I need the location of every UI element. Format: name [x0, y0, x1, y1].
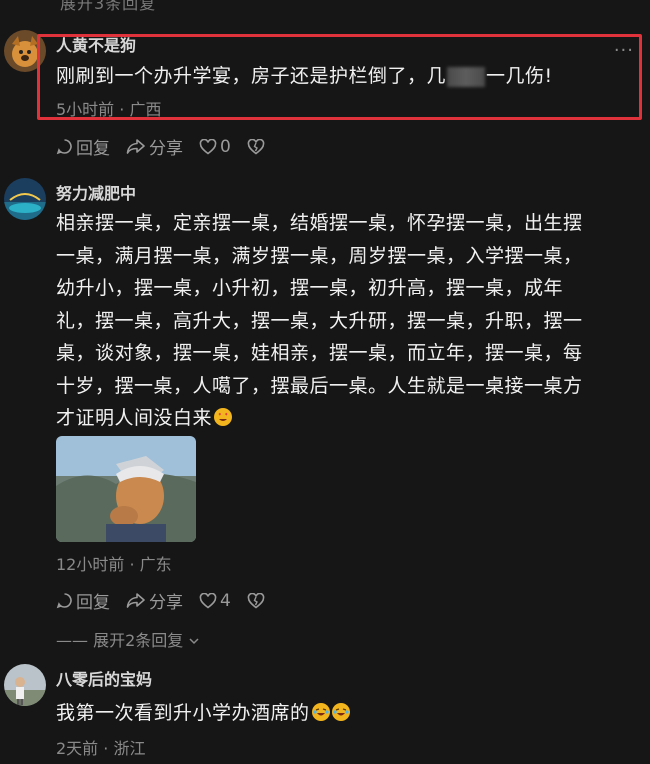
heart-icon [199, 592, 217, 609]
expand-replies-button[interactable]: —— 展开2条回复 [56, 627, 200, 651]
avatar[interactable] [4, 178, 46, 220]
highlight-box [37, 34, 642, 120]
share-label: 分享 [149, 139, 183, 159]
expand-replies-top[interactable]: 展开3条回复 [60, 0, 156, 14]
laughing-crying-emoji-icon [331, 703, 350, 721]
heart-eyes-emoji-icon [214, 408, 233, 426]
comment-text: 我第一次看到升小学办酒席的 [56, 697, 626, 730]
meme-image-icon [56, 436, 196, 542]
chevron-down-icon [189, 638, 199, 645]
comment-actions: 回复 分享 0 [56, 134, 284, 159]
reply-icon [56, 139, 72, 155]
broken-heart-icon [247, 592, 265, 609]
comment-line: 桌，谈对象，摆一桌，娃相亲，摆一桌，而立年，摆一桌，每 [56, 342, 583, 364]
like-count: 0 [220, 136, 231, 157]
like-button[interactable]: 0 [199, 137, 231, 157]
comment-text: 相亲摆一桌，定亲摆一桌，结婚摆一桌，怀孕摆一桌，出生摆 一桌，满月摆一桌，满岁摆… [56, 207, 626, 435]
comment-line: 幼升小，摆一桌，小升初，摆一桌，初升高，摆一桌，成年 [56, 277, 564, 299]
comment-line: 相亲摆一桌，定亲摆一桌，结婚摆一桌，怀孕摆一桌，出生摆 [56, 212, 583, 234]
comment-actions: 回复 分享 4 [56, 588, 284, 613]
like-button[interactable]: 4 [199, 591, 231, 611]
comment-line: 才证明人间没白来 [56, 407, 213, 429]
avatar-child-icon [4, 664, 46, 706]
comment-meta: 12小时前 · 广东 [56, 555, 172, 574]
dislike-button[interactable] [247, 592, 268, 609]
comment-image[interactable] [56, 436, 196, 542]
reply-button[interactable]: 回复 [56, 588, 110, 613]
dislike-button[interactable] [247, 138, 268, 155]
comment-line: 一桌，满月摆一桌，满岁摆一桌，周岁摆一桌，入学摆一桌， [56, 244, 583, 267]
share-icon [126, 139, 145, 154]
reply-icon [56, 593, 72, 609]
comment-text-content: 我第一次看到升小学办酒席的 [56, 702, 310, 724]
reply-button[interactable]: 回复 [56, 134, 110, 159]
heart-icon [199, 138, 217, 155]
reply-label: 回复 [76, 593, 110, 613]
share-label: 分享 [149, 593, 183, 613]
expand-replies-label: 展开3条回复 [60, 0, 157, 13]
comment-line: 礼，摆一桌，高升大，摆一桌，大升研，摆一桌，升职，摆一 [56, 309, 583, 332]
comment-meta: 2天前 · 浙江 [56, 739, 146, 758]
share-icon [126, 593, 145, 608]
username[interactable]: 八零后的宝妈 [56, 666, 152, 690]
comment-thread: 展开3条回复 人黄不是狗 ··· 刚刷到一个办升学宴，房子还是护栏倒了，几 一几伤… [0, 0, 650, 764]
comment-line-last: 才证明人间没白来 [56, 402, 626, 435]
like-count: 4 [220, 590, 231, 611]
reply-label: 回复 [76, 139, 110, 159]
comment-line: 十岁，摆一桌，人噶了，摆最后一桌。人生就是一桌接一桌方 [56, 374, 583, 397]
username[interactable]: 努力减肥中 [56, 180, 136, 204]
share-button[interactable]: 分享 [126, 588, 183, 613]
avatar[interactable] [4, 664, 46, 706]
share-button[interactable]: 分享 [126, 134, 183, 159]
broken-heart-icon [247, 138, 265, 155]
avatar-landscape-icon [4, 178, 46, 220]
expand-replies-label: —— 展开2条回复 [56, 631, 184, 650]
laughing-crying-emoji-icon [311, 703, 330, 721]
